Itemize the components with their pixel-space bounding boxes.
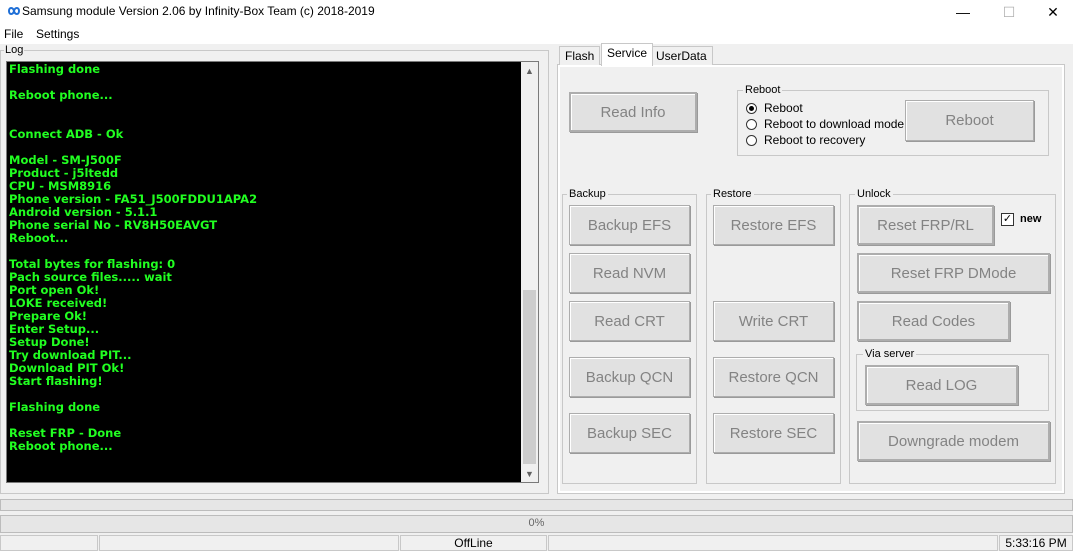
- radio-reboot-download-label: Reboot to download mode: [764, 117, 905, 131]
- downgrade-modem-button[interactable]: Downgrade modem: [857, 421, 1050, 461]
- reboot-group-label: Reboot: [743, 84, 783, 96]
- backup-qcn-button[interactable]: Backup QCN: [569, 357, 690, 397]
- restore-group-label: Restore: [711, 188, 754, 200]
- log-output[interactable]: Flashing done Reboot phone... Connect AD…: [6, 61, 539, 483]
- menu-file[interactable]: File: [4, 27, 23, 41]
- tab-flash[interactable]: Flash: [559, 46, 601, 65]
- status-cell-1: [0, 535, 98, 551]
- backup-efs-button[interactable]: Backup EFS: [569, 205, 690, 245]
- menu-settings[interactable]: Settings: [36, 27, 79, 41]
- log-line: Connect ADB - Ok: [9, 127, 124, 141]
- backup-group-label: Backup: [567, 188, 608, 200]
- log-line: Phone serial No - RV8H50EAVGT: [9, 218, 218, 232]
- backup-sec-button[interactable]: Backup SEC: [569, 413, 690, 453]
- scroll-thumb[interactable]: [523, 290, 536, 464]
- radio-reboot-download[interactable]: Reboot to download mode: [746, 117, 904, 131]
- reset-frp-rl-button[interactable]: Reset FRP/RL: [857, 205, 994, 245]
- log-label: Log: [4, 44, 25, 56]
- restore-efs-button[interactable]: Restore EFS: [713, 205, 834, 245]
- read-codes-button[interactable]: Read Codes: [857, 301, 1010, 341]
- log-line: Flashing done: [9, 62, 101, 76]
- close-button[interactable]: ✕: [1030, 0, 1073, 24]
- status-cell-2: [99, 535, 399, 551]
- radio-icon: [746, 134, 757, 146]
- status-cell-4: [548, 535, 998, 551]
- radio-selected-icon: [746, 102, 757, 114]
- log-line: Start flashing!: [9, 374, 103, 388]
- reboot-button[interactable]: Reboot: [905, 100, 1034, 141]
- radio-reboot-recovery[interactable]: Reboot to recovery: [746, 133, 865, 147]
- tab-userdata[interactable]: UserData: [650, 46, 713, 65]
- read-info-button[interactable]: Read Info: [569, 92, 697, 132]
- via-server-label: Via server: [863, 348, 917, 360]
- log-lines: Flashing done Reboot phone... Connect AD…: [9, 63, 520, 453]
- log-line: Reboot phone...: [9, 88, 113, 102]
- window-title: Samsung module Version 2.06 by Infinity-…: [22, 4, 375, 18]
- log-line: Reboot...: [9, 231, 69, 245]
- checkmark-icon: ✓: [1002, 213, 1013, 225]
- scroll-up-arrow-icon[interactable]: ▲: [521, 62, 538, 79]
- connection-status: OffLine: [400, 535, 547, 551]
- read-log-button[interactable]: Read LOG: [865, 365, 1018, 405]
- radio-icon: [746, 118, 757, 130]
- radio-reboot-label: Reboot: [764, 101, 803, 115]
- radio-reboot[interactable]: Reboot: [746, 101, 803, 115]
- minimize-button[interactable]: —: [940, 0, 986, 24]
- maximize-button[interactable]: ☐: [986, 0, 1032, 24]
- write-crt-button[interactable]: Write CRT: [713, 301, 834, 341]
- restore-qcn-button[interactable]: Restore QCN: [713, 357, 834, 397]
- infinity-logo-icon: [7, 7, 21, 15]
- radio-reboot-recovery-label: Reboot to recovery: [764, 133, 866, 147]
- unlock-group-label: Unlock: [855, 188, 893, 200]
- restore-sec-button[interactable]: Restore SEC: [713, 413, 834, 453]
- progress-percent: 0%: [528, 517, 545, 529]
- log-line: Reboot phone...: [9, 439, 113, 453]
- status-time: 5:33:16 PM: [999, 535, 1073, 551]
- read-crt-button[interactable]: Read CRT: [569, 301, 690, 341]
- new-checkbox[interactable]: ✓: [1001, 213, 1014, 226]
- menu-bar: [0, 24, 1073, 44]
- reset-frp-dmode-button[interactable]: Reset FRP DMode: [857, 253, 1050, 293]
- log-scrollbar[interactable]: ▲ ▼: [521, 62, 538, 482]
- new-checkbox-label: new: [1020, 213, 1042, 225]
- log-line: Flashing done: [9, 400, 101, 414]
- tab-service[interactable]: Service: [601, 43, 654, 66]
- progress-bar-top: [0, 499, 1073, 511]
- scroll-down-arrow-icon[interactable]: ▼: [521, 465, 538, 482]
- read-nvm-button[interactable]: Read NVM: [569, 253, 690, 293]
